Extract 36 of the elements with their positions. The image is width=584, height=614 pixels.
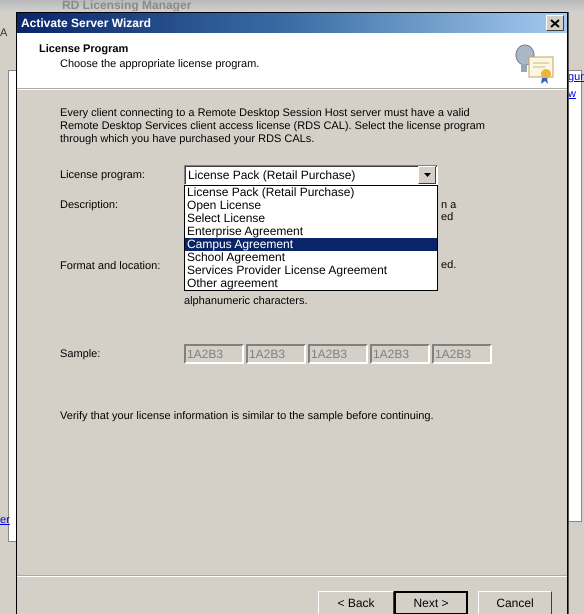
sample-field: 1A2B3: [308, 344, 368, 364]
field-label: Sample:: [60, 347, 102, 362]
dialog-title: Activate Server Wizard: [21, 16, 151, 30]
cancel-button[interactable]: Cancel: [478, 591, 552, 614]
dropdown-option[interactable]: Enterprise Agreement: [185, 225, 437, 238]
next-button[interactable]: Next >: [394, 591, 468, 614]
note-text: Verify that your license information is similar to the sample before continuing.: [60, 410, 435, 422]
menu-item[interactable]: A: [0, 27, 8, 39]
license-program-dropdown[interactable]: License Pack (Retail Purchase): [184, 165, 438, 185]
sample-field: 1A2B3: [370, 344, 430, 364]
format-text: alphanumeric characters.: [184, 295, 309, 307]
back-button[interactable]: < Back: [318, 591, 394, 614]
dropdown-option[interactable]: Services Provider License Agreement: [185, 264, 437, 277]
page-title: License Program: [39, 43, 130, 55]
page-subtitle: Choose the appropriate license program.: [60, 58, 260, 70]
dropdown-option[interactable]: License Pack (Retail Purchase): [185, 186, 437, 199]
dropdown-option[interactable]: Other agreement: [185, 277, 437, 290]
field-label: Description:: [60, 198, 120, 213]
dropdown-option[interactable]: School Agreement: [185, 251, 437, 264]
sample-field: 1A2B3: [246, 344, 306, 364]
sample-field: 1A2B3: [184, 344, 244, 364]
link-text[interactable]: er: [0, 514, 10, 526]
format-text: ed.: [441, 259, 458, 271]
description-text: n a: [441, 199, 458, 211]
intro-text: Every client connecting to a Remote Desktop Session Host server must have a valid Remote Desktop Services client access license (RDS CAL). Select the license program through which you have purchased your RDS CALs.: [60, 107, 486, 146]
close-icon: [550, 18, 560, 28]
dropdown-option[interactable]: Select License: [185, 212, 437, 225]
description-text: ed: [441, 211, 454, 223]
field-label: License program:: [60, 168, 146, 183]
dropdown-option[interactable]: Campus Agreement: [185, 238, 437, 251]
close-button[interactable]: [546, 15, 564, 31]
link-text[interactable]: gur: [568, 71, 584, 83]
sample-field: 1A2B3: [432, 344, 492, 364]
dropdown-option[interactable]: Open License: [185, 199, 437, 212]
caret-icon: [424, 173, 430, 177]
field-label: Format and location:: [60, 259, 162, 273]
